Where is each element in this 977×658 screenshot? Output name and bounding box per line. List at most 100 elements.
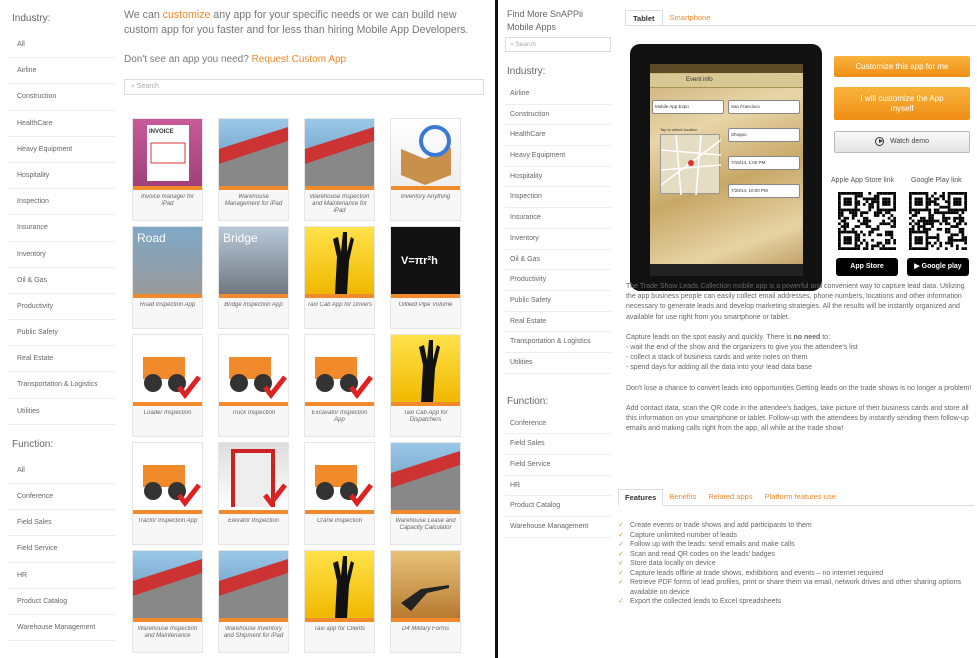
sidebar-item-conference[interactable]: Conference: [505, 414, 611, 435]
app-tile[interactable]: Taxi Cab App for Drivers: [304, 226, 375, 329]
desc-capture: Capture leads on the spot easily and qui…: [626, 333, 974, 374]
app-tile[interactable]: Inventory Anything: [390, 118, 461, 221]
app-tile[interactable]: Tractor Inspection App: [132, 442, 203, 545]
sidebar-item-airline[interactable]: Airline: [505, 84, 611, 105]
sidebar-item-hr[interactable]: HR: [8, 563, 116, 589]
app-tile-caption: Taxi Cab App for Dispatchers: [403, 410, 448, 423]
sidebar-item-hospitality[interactable]: Hospitality: [505, 167, 611, 188]
sidebar-item-product-catalog[interactable]: Product Catalog: [8, 589, 116, 615]
sidebar-item-public-safety[interactable]: Public Safety: [8, 320, 116, 347]
sidebar-item-transportation-logistics[interactable]: Transportation & Logistics: [8, 372, 116, 399]
app-tile[interactable]: Warehouse Inventory and Shipment for iPa…: [218, 550, 289, 653]
app-tile[interactable]: V=πr²h Oilfield Pipe Volume: [390, 226, 461, 329]
sidebar-item-field-sales[interactable]: Field Sales: [8, 510, 116, 537]
request-custom-app-link[interactable]: Request Custom App: [252, 54, 347, 65]
tab-smartphone[interactable]: Smartphone: [663, 10, 718, 26]
tab-platform-features[interactable]: Platform features use: [759, 489, 842, 506]
sidebar-item-all[interactable]: All: [8, 32, 116, 59]
left-search-input[interactable]: ⌕ Search: [124, 79, 484, 95]
app-tile[interactable]: Warehouse Inspection and Maintenance for…: [304, 118, 375, 221]
sidebar-item-public-safety[interactable]: Public Safety: [505, 291, 611, 312]
desc-add: Add contact data, scan the QR code in th…: [626, 404, 969, 433]
sidebar-item-oil-gas[interactable]: Oil & Gas: [8, 268, 116, 294]
sidebar-item-real-estate[interactable]: Real Estate: [8, 346, 116, 373]
tablet-field: Shoppo: [728, 128, 800, 142]
sidebar-item-insurance[interactable]: Insurance: [8, 215, 116, 242]
apple-qr-code[interactable]: [838, 192, 896, 250]
app-tile[interactable]: Taxi Cab App for Dispatchers: [390, 334, 461, 437]
sidebar-item-inventory[interactable]: Inventory: [505, 229, 611, 250]
sidebar-item-construction[interactable]: Construction: [8, 84, 116, 111]
app-tile[interactable]: Warehouse Management for iPad: [218, 118, 289, 221]
app-tile-accent-bar: [133, 186, 202, 190]
watch-demo-button[interactable]: Watch demo: [834, 131, 970, 153]
tab-tablet[interactable]: Tablet: [625, 10, 663, 26]
sidebar-item-warehouse-management[interactable]: Warehouse Management: [505, 517, 611, 538]
app-tile[interactable]: D4 Military Forms: [390, 550, 461, 653]
tablet-status-bar: [650, 64, 803, 73]
feature-item: Create events or trade shows and add par…: [618, 521, 974, 531]
sidebar-item-field-service[interactable]: Field Service: [505, 455, 611, 476]
app-tile-caption: Warehouse Lease and Capacity Calculator: [395, 518, 456, 531]
sidebar-item-construction[interactable]: Construction: [505, 105, 611, 126]
sidebar-item-inspection[interactable]: Inspection: [505, 187, 611, 209]
customize-myself-button[interactable]: I will customize the App myself: [834, 87, 970, 120]
app-tile[interactable]: Warehouse Inspection and Maintenance: [132, 550, 203, 653]
app-tile[interactable]: Loader Inspection: [132, 334, 203, 437]
tractor-icon: [133, 443, 202, 510]
sidebar-item-heavy-equipment[interactable]: Heavy Equipment: [505, 146, 611, 167]
app-tile[interactable]: Truck Inspection: [218, 334, 289, 437]
google-play-badge[interactable]: ▶ Google play: [907, 258, 969, 276]
app-tile[interactable]: Excavator Inspection App: [304, 334, 375, 437]
sidebar-item-insurance[interactable]: Insurance: [505, 208, 611, 229]
app-tile[interactable]: Road Road Inspection App: [132, 226, 203, 329]
sidebar-item-field-service[interactable]: Field Service: [8, 536, 116, 563]
sidebar-item-productivity[interactable]: Productivity: [505, 270, 611, 291]
sidebar-item-field-sales[interactable]: Field Sales: [505, 434, 611, 455]
sidebar-item-hr[interactable]: HR: [505, 476, 611, 497]
app-tile-caption: Warehouse Inspection and Maintenance for…: [309, 194, 370, 214]
tab-features[interactable]: Features: [618, 489, 664, 506]
industry-list: Airline Construction HealthCare Heavy Equip…: [505, 84, 611, 374]
app-store-badge[interactable]: App Store: [836, 258, 898, 276]
sidebar-item-productivity[interactable]: Productivity: [8, 294, 116, 321]
app-tile[interactable]: Bridge Bridge Inspection App: [218, 226, 289, 329]
sidebar-item-transportation-logistics[interactable]: Transportation & Logistics: [505, 332, 611, 353]
app-tile-accent-bar: [133, 402, 202, 406]
sidebar-item-product-catalog[interactable]: Product Catalog: [505, 496, 611, 518]
app-tile-accent-bar: [305, 294, 374, 298]
sidebar-item-airline[interactable]: Airline: [8, 58, 116, 85]
sidebar-item-all[interactable]: All: [8, 458, 116, 484]
sidebar-item-utilities[interactable]: Utilities: [8, 399, 116, 425]
sidebar-item-inventory[interactable]: Inventory: [8, 242, 116, 268]
sidebar-item-warehouse-management[interactable]: Warehouse Management: [8, 615, 116, 642]
sidebar-item-healthcare[interactable]: HealthCare: [505, 125, 611, 147]
google-play-badge-label: Google play: [921, 263, 962, 270]
sidebar-item-real-estate[interactable]: Real Estate: [505, 312, 611, 333]
customize-app-button[interactable]: Customize this app for me: [834, 56, 970, 77]
sidebar-item-utilities[interactable]: Utilities: [505, 353, 611, 374]
sidebar-item-heavy-equipment[interactable]: Heavy Equipment: [8, 137, 116, 163]
app-tile[interactable]: INVOICE Invoice manager for iPad: [132, 118, 203, 221]
tab-benefits[interactable]: Benefits: [663, 489, 702, 506]
sidebar-item-hospitality[interactable]: Hospitality: [8, 163, 116, 190]
app-tile[interactable]: Crane Inspection: [304, 442, 375, 545]
tablet-field: San Francisco: [728, 100, 800, 114]
app-tile-image-text: Road: [137, 231, 166, 245]
sidebar-item-oil-gas[interactable]: Oil & Gas: [505, 250, 611, 271]
formula-icon: V=πr²h: [391, 227, 460, 294]
app-tile[interactable]: Taxi app for Clients: [304, 550, 375, 653]
warehouse-magnifier-icon: [133, 551, 202, 618]
desc-capture-bold: no need: [793, 333, 821, 341]
sidebar-item-conference[interactable]: Conference: [8, 484, 116, 511]
tab-related-apps[interactable]: Related apps: [702, 489, 758, 506]
customize-link[interactable]: customize: [163, 9, 211, 21]
app-tile[interactable]: Elevator Inspection: [218, 442, 289, 545]
function-heading: Function:: [12, 438, 54, 450]
right-search-input[interactable]: ⌕ Search: [505, 37, 611, 52]
sidebar-item-inspection[interactable]: Inspection: [8, 189, 116, 216]
google-qr-code[interactable]: [909, 192, 967, 250]
app-tile[interactable]: Warehouse Lease and Capacity Calculator: [390, 442, 461, 545]
sidebar-item-healthcare[interactable]: HealthCare: [8, 111, 116, 137]
feature-item: Store data locally on device: [618, 559, 974, 569]
